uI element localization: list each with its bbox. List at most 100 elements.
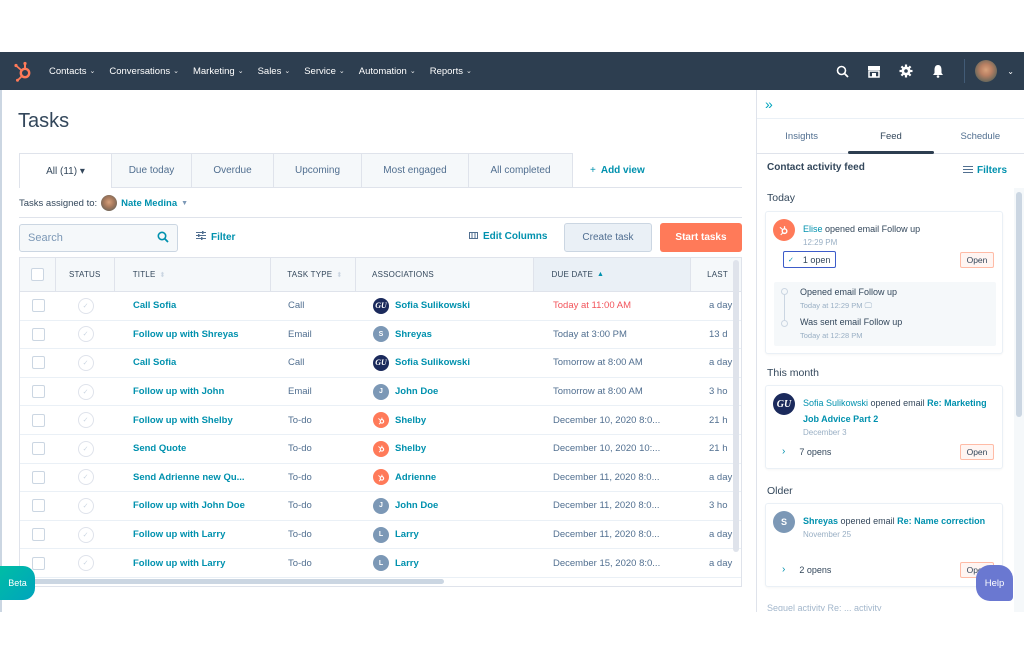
tab-insights[interactable]: Insights (757, 119, 846, 153)
email-subject-link[interactable]: Re: Name correction (897, 516, 985, 526)
task-title-link[interactable]: Call Sofia (115, 300, 272, 311)
complete-task-icon[interactable]: ✓ (77, 383, 94, 400)
help-button[interactable]: Help (976, 565, 1013, 601)
complete-task-icon[interactable]: ✓ (77, 469, 94, 486)
header-status[interactable]: STATUS (56, 258, 115, 291)
hubspot-logo-icon[interactable] (13, 60, 35, 82)
row-checkbox[interactable] (31, 385, 45, 399)
task-title-link[interactable]: Call Sofia (115, 357, 272, 368)
task-title-link[interactable]: Follow up with Shreyas (115, 329, 272, 340)
user-avatar[interactable] (975, 60, 998, 82)
table-row[interactable]: ✓ Follow up with Larry To-do L Larry Dece… (20, 521, 741, 550)
row-checkbox[interactable] (31, 442, 45, 456)
table-row[interactable]: ✓ Send Adrienne new Qu... To-do Adrienne… (20, 464, 741, 493)
notifications-icon[interactable] (922, 52, 954, 90)
row-checkbox[interactable] (31, 528, 45, 542)
open-email-button[interactable]: Open (960, 444, 994, 460)
opens-toggle[interactable]: ✓ 1 open (783, 251, 836, 268)
edit-columns-button[interactable]: Edit Columns (469, 231, 547, 242)
table-row[interactable]: ✓ Call Sofia Call GU Sofia Sulikowski Tom… (20, 349, 741, 378)
create-task-button[interactable]: Create task (564, 223, 652, 252)
header-task-type[interactable]: TASK TYPE ⬍ (271, 258, 357, 291)
table-row[interactable]: ✓ Call Sofia Call GU Sofia Sulikowski Tod… (20, 292, 741, 321)
complete-task-icon[interactable]: ✓ (77, 555, 94, 572)
table-row[interactable]: ✓ Follow up with Shelby To-do Shelby Dec… (20, 406, 741, 435)
association-link[interactable]: Shelby (395, 443, 426, 454)
start-tasks-button[interactable]: Start tasks (660, 223, 742, 252)
association-link[interactable]: Larry (395, 529, 419, 540)
contact-link[interactable]: Shreyas (803, 516, 838, 526)
nav-sales[interactable]: Sales ⌄ (258, 66, 291, 77)
row-checkbox[interactable] (31, 556, 45, 570)
complete-task-icon[interactable]: ✓ (77, 326, 94, 343)
row-checkbox[interactable] (31, 299, 45, 313)
search-icon[interactable] (157, 230, 169, 246)
table-vertical-scrollbar[interactable] (733, 260, 739, 552)
task-title-link[interactable]: Follow up with Larry (115, 558, 272, 569)
table-row[interactable]: ✓ Follow up with John Email J John Doe To… (20, 378, 741, 407)
nav-contacts[interactable]: Contacts ⌄ (49, 66, 95, 77)
table-row[interactable]: ✓ Follow up with Shreyas Email S Shreyas … (20, 321, 741, 350)
filter-button[interactable]: Filter (196, 231, 235, 243)
task-title-link[interactable]: Follow up with Shelby (115, 415, 272, 426)
task-title-link[interactable]: Send Quote (115, 443, 272, 454)
complete-task-icon[interactable]: ✓ (77, 297, 94, 314)
complete-task-icon[interactable]: ✓ (77, 497, 94, 514)
association-link[interactable]: Sofia Sulikowski (395, 300, 470, 311)
contact-link[interactable]: Elise (803, 224, 823, 234)
complete-task-icon[interactable]: ✓ (77, 412, 94, 429)
table-horizontal-scrollbar[interactable] (32, 579, 444, 584)
association-link[interactable]: Adrienne (395, 472, 436, 483)
contact-link[interactable]: Sofia Sulikowski (803, 398, 868, 408)
table-row[interactable]: ✓ Follow up with Larry To-do L Larry Dece… (20, 549, 741, 578)
header-associations[interactable]: ASSOCIATIONS (356, 258, 534, 291)
table-row[interactable]: ✓ Follow up with John Doe To-do J John Do… (20, 492, 741, 521)
tab-upcoming[interactable]: Upcoming (274, 153, 362, 188)
row-checkbox[interactable] (31, 356, 45, 370)
task-title-link[interactable]: Follow up with Larry (115, 529, 272, 540)
row-checkbox[interactable] (31, 327, 45, 341)
association-link[interactable]: Larry (395, 558, 419, 569)
association-link[interactable]: John Doe (395, 386, 438, 397)
header-title[interactable]: TITLE ⬍ (115, 258, 272, 291)
search-input[interactable]: Search (19, 224, 178, 252)
search-icon[interactable] (826, 52, 858, 90)
tab-most-engaged[interactable]: Most engaged (362, 153, 469, 188)
tab-overdue[interactable]: Overdue (192, 153, 274, 188)
select-all-checkbox[interactable] (30, 268, 44, 281)
tab-due-today[interactable]: Due today (112, 153, 192, 188)
complete-task-icon[interactable]: ✓ (77, 526, 94, 543)
feed-filters-button[interactable]: Filters (963, 165, 1007, 177)
task-title-link[interactable]: Send Adrienne new Qu... (115, 472, 272, 483)
assignee-dropdown[interactable]: Nate Medina (121, 198, 177, 209)
chevron-down-icon[interactable]: ⌄ (1007, 67, 1014, 76)
nav-reports[interactable]: Reports ⌄ (430, 66, 472, 77)
open-email-button[interactable]: Open (960, 252, 994, 268)
row-checkbox[interactable] (31, 499, 45, 513)
association-link[interactable]: Sofia Sulikowski (395, 357, 470, 368)
nav-marketing[interactable]: Marketing ⌄ (193, 66, 244, 77)
chevron-right-icon[interactable]: › (782, 564, 785, 575)
complete-task-icon[interactable]: ✓ (77, 440, 94, 457)
tab-all-completed[interactable]: All completed (469, 153, 573, 188)
nav-automation[interactable]: Automation ⌄ (359, 66, 416, 77)
collapse-sidebar-icon[interactable]: » (765, 96, 773, 112)
tab-schedule[interactable]: Schedule (936, 119, 1024, 153)
row-checkbox[interactable] (31, 470, 45, 484)
complete-task-icon[interactable]: ✓ (77, 354, 94, 371)
association-link[interactable]: Shelby (395, 415, 426, 426)
beta-button[interactable]: Beta (0, 566, 35, 600)
caret-down-icon[interactable]: ▼ (181, 200, 188, 207)
tab-all[interactable]: All (11) ▾ (19, 153, 112, 188)
sidebar-scrollbar[interactable] (1016, 192, 1022, 417)
association-link[interactable]: John Doe (395, 500, 438, 511)
chevron-right-icon[interactable]: › (782, 446, 785, 457)
tab-feed[interactable]: Feed (846, 119, 935, 154)
task-title-link[interactable]: Follow up with John Doe (115, 500, 272, 511)
nav-service[interactable]: Service ⌄ (304, 66, 345, 77)
task-title-link[interactable]: Follow up with John (115, 386, 272, 397)
association-link[interactable]: Shreyas (395, 329, 432, 340)
row-checkbox[interactable] (31, 413, 45, 427)
table-row[interactable]: ✓ Send Quote To-do Shelby December 10, 2… (20, 435, 741, 464)
add-view-button[interactable]: + Add view (590, 165, 645, 176)
